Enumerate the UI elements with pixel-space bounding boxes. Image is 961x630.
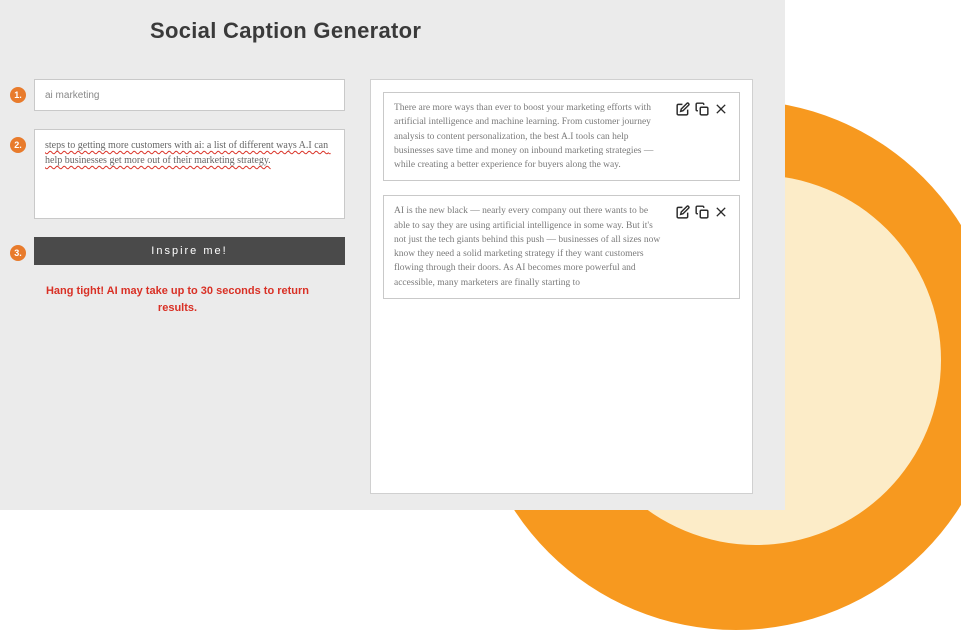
close-icon[interactable]	[713, 204, 729, 220]
step-3-row: 3. Inspire me!	[10, 237, 345, 265]
results-panel: There are more ways than ever to boost y…	[370, 79, 753, 494]
result-actions	[675, 204, 729, 290]
details-textarea[interactable]: steps to getting more customers with ai:…	[34, 129, 345, 219]
result-actions	[675, 101, 729, 172]
step-badge-1: 1.	[10, 87, 26, 103]
close-icon[interactable]	[713, 101, 729, 117]
step-1-row: 1.	[10, 79, 345, 111]
wait-message: Hang tight! AI may take up to 30 seconds…	[10, 283, 345, 316]
inspire-button[interactable]: Inspire me!	[34, 237, 345, 265]
topic-input[interactable]	[34, 79, 345, 111]
result-card: There are more ways than ever to boost y…	[383, 92, 740, 181]
page-title: Social Caption Generator	[150, 18, 753, 44]
copy-icon[interactable]	[694, 101, 710, 117]
result-text: AI is the new black — nearly every compa…	[394, 204, 665, 290]
step-badge-3: 3.	[10, 245, 26, 261]
step-2-row: 2. steps to getting more customers with …	[10, 129, 345, 219]
app-container: Social Caption Generator 1. 2. steps to …	[0, 0, 785, 510]
copy-icon[interactable]	[694, 204, 710, 220]
edit-icon[interactable]	[675, 204, 691, 220]
input-panel: 1. 2. steps to getting more customers wi…	[10, 79, 345, 494]
content-row: 1. 2. steps to getting more customers wi…	[10, 79, 753, 494]
step-badge-2: 2.	[10, 137, 26, 153]
result-text: There are more ways than ever to boost y…	[394, 101, 665, 172]
result-card: AI is the new black — nearly every compa…	[383, 195, 740, 299]
edit-icon[interactable]	[675, 101, 691, 117]
